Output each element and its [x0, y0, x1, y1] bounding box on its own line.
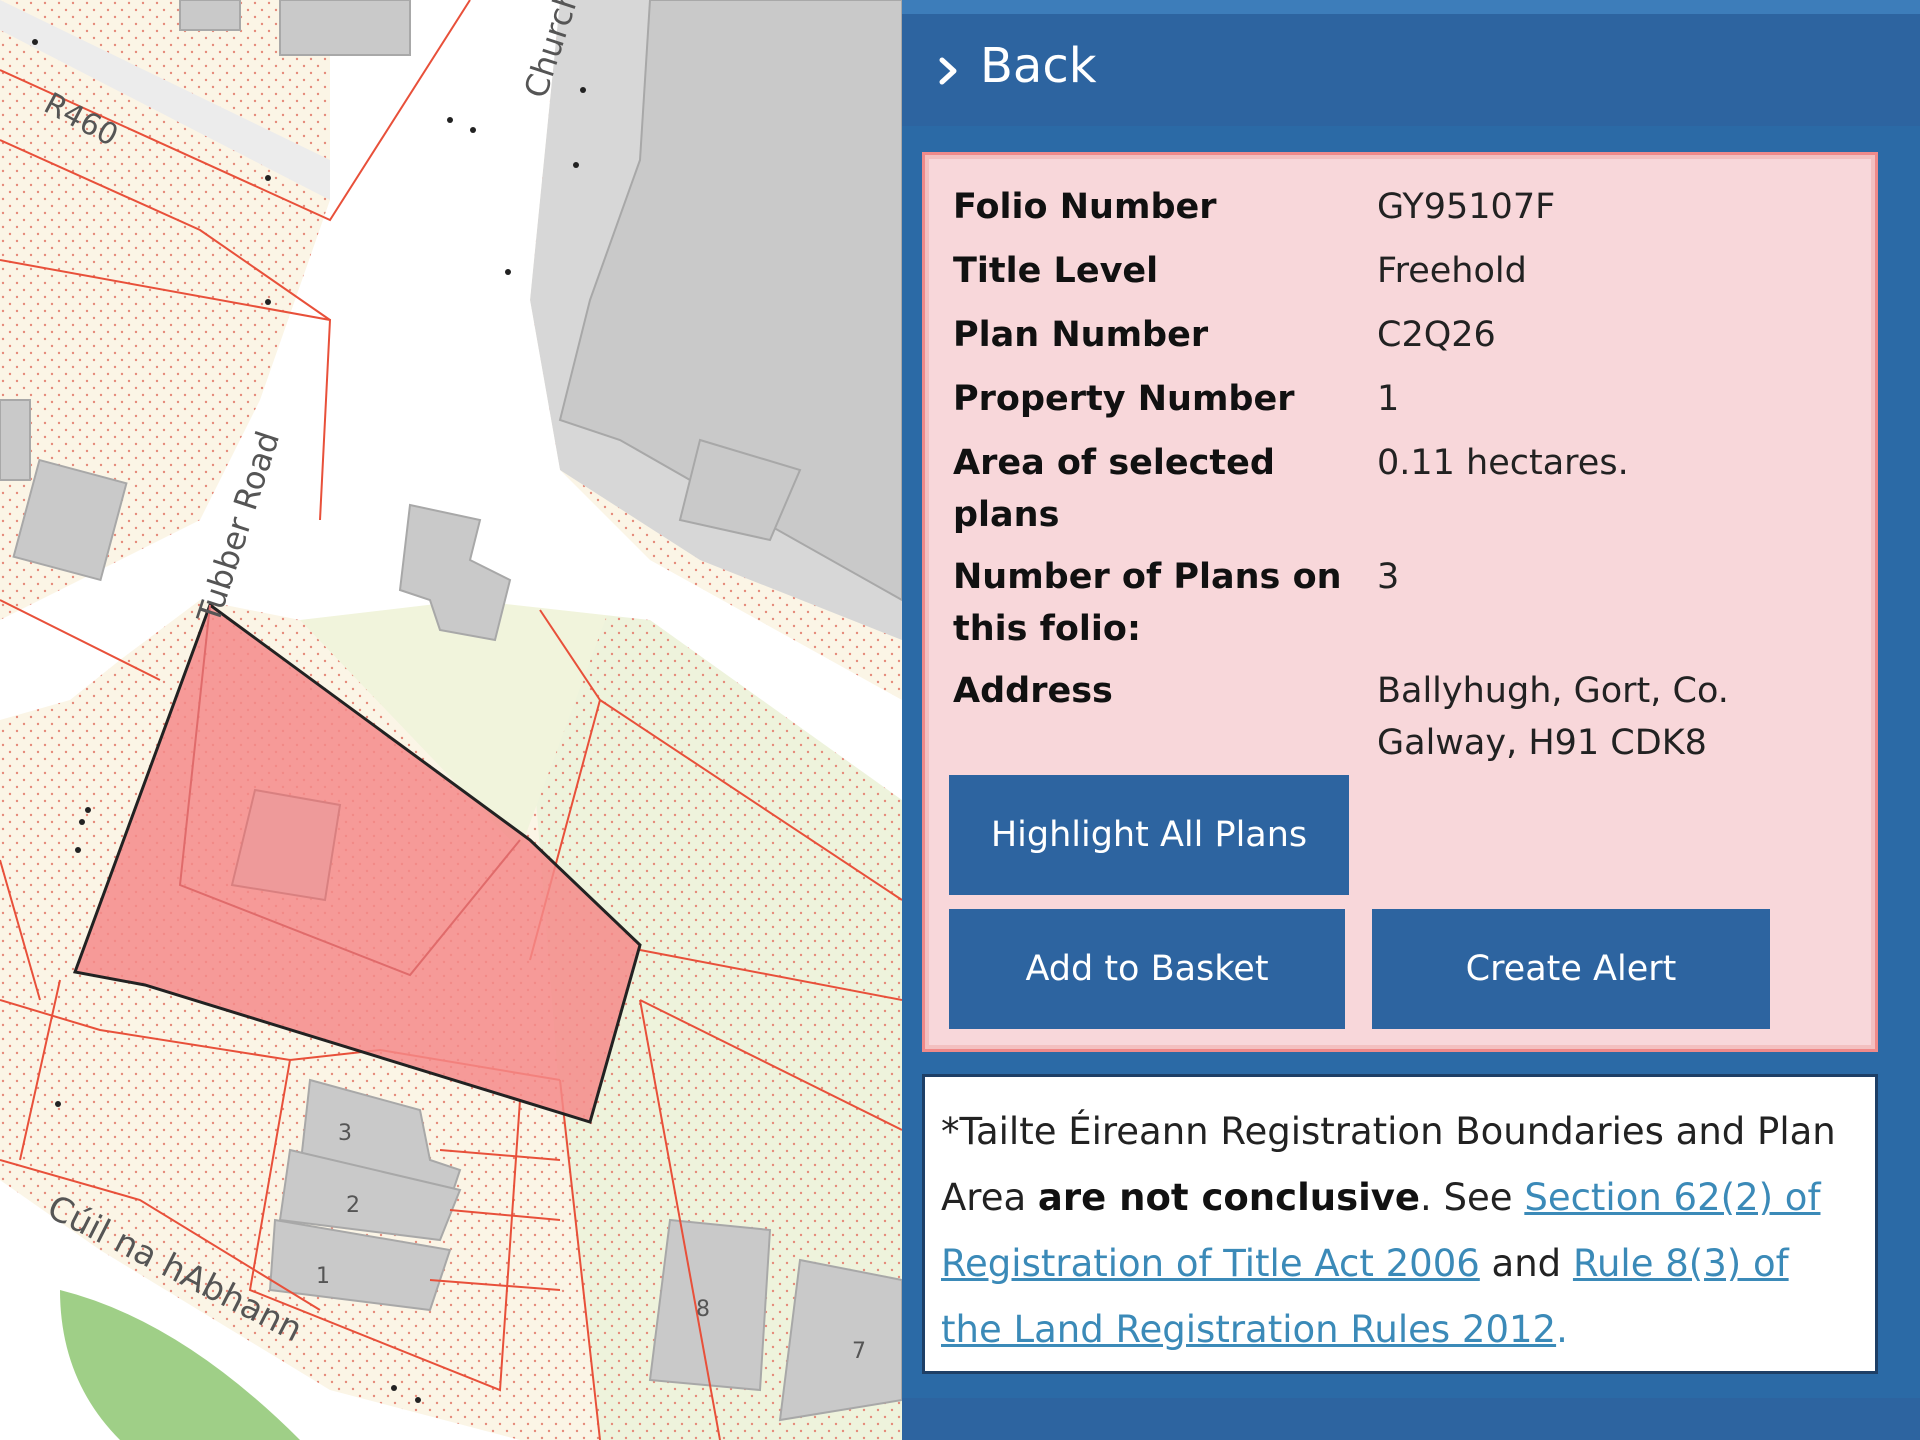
field-label: Folio Number [953, 187, 1217, 227]
disclaimer-box: *Tailte Éireann Registration Boundaries … [922, 1074, 1878, 1374]
field-row-title-level: Title Level Freehold [953, 245, 1853, 297]
field-value: 1 [1377, 379, 1400, 419]
panel-top-strip [902, 0, 1920, 14]
field-label: Number of Plans on [953, 557, 1342, 597]
address-line: Ballyhugh, Gort, Co. [1377, 671, 1729, 711]
house-number: 3 [338, 1121, 352, 1146]
side-panel: Back Folio Number GY95107F Title Level F… [902, 0, 1920, 1440]
disclaimer-bold: are not conclusive [1037, 1176, 1421, 1219]
folio-info-card: Folio Number GY95107F Title Level Freeho… [922, 152, 1878, 1052]
panel-bottom-bar [902, 1398, 1920, 1440]
field-row-address: Address Ballyhugh, Gort, Co. Galway, H91… [953, 665, 1853, 769]
field-row-number-of-plans: Number of Plans on this folio: 3 [953, 551, 1853, 655]
disclaimer-text: . See [1420, 1176, 1525, 1219]
map-view[interactable]: R460 Church Tubber Road Cúil na hAbhann … [0, 0, 902, 1440]
disclaimer-text: and [1479, 1242, 1573, 1285]
field-row-area: Area of selected plans 0.11 hectares. [953, 437, 1853, 541]
field-value: 0.11 hectares. [1377, 443, 1629, 483]
field-value: C2Q26 [1377, 315, 1496, 355]
field-value: Freehold [1377, 251, 1527, 291]
add-to-basket-button[interactable]: Add to Basket [949, 909, 1345, 1029]
address-line: Galway, H91 CDK8 [1377, 723, 1707, 763]
back-label: Back [980, 38, 1097, 94]
field-label: this folio: [953, 609, 1141, 649]
field-label: Title Level [953, 251, 1159, 291]
house-number: 2 [346, 1193, 360, 1218]
field-row-plan-number: Plan Number C2Q26 [953, 309, 1853, 361]
field-label: plans [953, 495, 1060, 535]
house-number: 1 [316, 1264, 330, 1289]
back-button[interactable]: Back [902, 14, 1920, 126]
disclaimer-text: . [1556, 1308, 1568, 1351]
field-label: Property Number [953, 379, 1295, 419]
field-row-property-number: Property Number 1 [953, 373, 1853, 425]
house-number: 7 [852, 1339, 866, 1364]
field-row-folio-number: Folio Number GY95107F [953, 181, 1853, 233]
highlight-all-plans-button[interactable]: Highlight All Plans [949, 775, 1349, 895]
field-value: 3 [1377, 557, 1400, 597]
field-label: Plan Number [953, 315, 1209, 355]
field-label: Address [953, 671, 1113, 711]
chevron-right-icon [939, 57, 957, 85]
house-number: 8 [696, 1297, 710, 1322]
field-value: Ballyhugh, Gort, Co. Galway, H91 CDK8 [1377, 665, 1729, 769]
create-alert-button[interactable]: Create Alert [1372, 909, 1770, 1029]
map-canvas[interactable]: R460 Church Tubber Road Cúil na hAbhann … [0, 0, 902, 1440]
field-value: GY95107F [1377, 187, 1556, 227]
